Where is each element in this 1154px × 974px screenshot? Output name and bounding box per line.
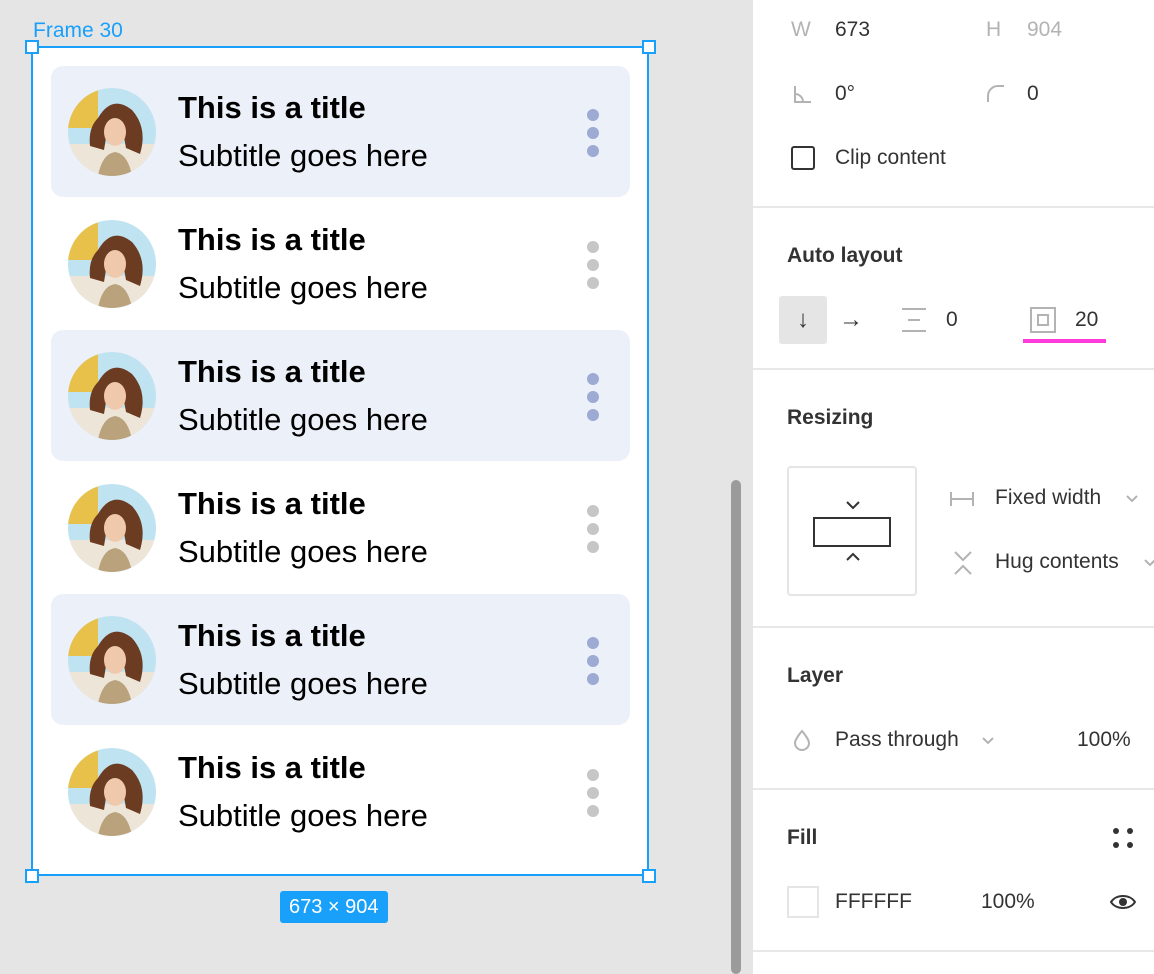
item-title: This is a title bbox=[178, 486, 366, 521]
eye-icon[interactable] bbox=[1109, 892, 1137, 912]
width-mode-dropdown[interactable]: Fixed width bbox=[995, 486, 1101, 510]
corner-radius-field[interactable]: 0 bbox=[1027, 82, 1039, 106]
chevron-up-icon bbox=[846, 552, 860, 561]
fill-color-swatch[interactable] bbox=[787, 886, 819, 918]
corner-radius-icon bbox=[987, 85, 1004, 102]
more-options-icon[interactable] bbox=[583, 370, 603, 424]
more-options-icon[interactable] bbox=[583, 106, 603, 160]
rotation-icon bbox=[794, 86, 811, 103]
item-title: This is a title bbox=[178, 354, 366, 389]
scrollbar-thumb[interactable] bbox=[731, 480, 741, 974]
fill-opacity-field[interactable]: 100% bbox=[981, 890, 1035, 914]
layer-title: Layer bbox=[787, 664, 844, 687]
item-subtitle: Subtitle goes here bbox=[178, 138, 428, 173]
divider bbox=[753, 368, 1154, 370]
avatar bbox=[68, 88, 156, 176]
clip-content-label[interactable]: Clip content bbox=[835, 146, 946, 170]
blend-mode-dropdown[interactable]: Pass through bbox=[835, 728, 959, 752]
resizing-title: Resizing bbox=[787, 406, 874, 429]
frame-name-label[interactable]: Frame 30 bbox=[33, 19, 123, 43]
avatar bbox=[68, 352, 156, 440]
avatar bbox=[68, 748, 156, 836]
divider bbox=[753, 950, 1154, 952]
more-options-icon[interactable] bbox=[583, 634, 603, 688]
list-item[interactable]: This is a title Subtitle goes here bbox=[51, 726, 630, 857]
item-subtitle: Subtitle goes here bbox=[178, 666, 428, 701]
item-spacing-field[interactable]: 0 bbox=[946, 308, 958, 332]
resize-handle-top-left[interactable] bbox=[25, 40, 39, 54]
list-item[interactable]: This is a title Subtitle goes here bbox=[51, 594, 630, 725]
divider bbox=[753, 206, 1154, 208]
vertical-direction-button[interactable]: ↓ bbox=[779, 296, 827, 344]
design-canvas[interactable]: Frame 30 This is a title Subtitle goes he… bbox=[0, 0, 752, 974]
fill-hex-field[interactable]: FFFFFF bbox=[835, 890, 912, 914]
resizing-preview[interactable] bbox=[787, 466, 917, 596]
avatar bbox=[68, 220, 156, 308]
resize-handle-top-right[interactable] bbox=[642, 40, 656, 54]
fixed-width-icon bbox=[950, 492, 974, 506]
blend-mode-icon bbox=[793, 729, 811, 751]
chevron-down-icon[interactable] bbox=[981, 736, 995, 746]
padding-highlight bbox=[1023, 339, 1106, 343]
clip-content-checkbox[interactable] bbox=[791, 146, 815, 170]
layer-opacity-field[interactable]: 100% bbox=[1077, 728, 1131, 752]
height-label: H bbox=[986, 18, 1002, 41]
padding-icon bbox=[1030, 307, 1056, 333]
item-subtitle: Subtitle goes here bbox=[178, 270, 428, 305]
divider bbox=[753, 788, 1154, 790]
item-subtitle: Subtitle goes here bbox=[178, 534, 428, 569]
more-options-icon[interactable] bbox=[583, 238, 603, 292]
resize-handle-bottom-right[interactable] bbox=[642, 869, 656, 883]
width-label: W bbox=[791, 18, 811, 41]
resize-handle-bottom-left[interactable] bbox=[25, 869, 39, 883]
size-badge: 673 × 904 bbox=[280, 891, 388, 923]
styles-grid-icon[interactable] bbox=[1113, 828, 1135, 850]
item-subtitle: Subtitle goes here bbox=[178, 798, 428, 833]
height-mode-dropdown[interactable]: Hug contents bbox=[995, 550, 1119, 574]
horizontal-direction-button[interactable]: → bbox=[827, 296, 875, 344]
auto-layout-title: Auto layout bbox=[787, 244, 903, 267]
item-title: This is a title bbox=[178, 618, 366, 653]
padding-field[interactable]: 20 bbox=[1075, 308, 1098, 332]
list-item[interactable]: This is a title Subtitle goes here bbox=[51, 330, 630, 461]
list-item[interactable]: This is a title Subtitle goes here bbox=[51, 66, 630, 197]
resizing-frame-shape bbox=[813, 517, 891, 547]
item-subtitle: Subtitle goes here bbox=[178, 402, 428, 437]
more-options-icon[interactable] bbox=[583, 766, 603, 820]
arrow-down-icon: ↓ bbox=[797, 306, 809, 333]
chevron-down-icon[interactable] bbox=[1143, 558, 1154, 568]
chevron-down-icon[interactable] bbox=[1125, 494, 1139, 504]
rotation-field[interactable]: 0° bbox=[835, 82, 855, 106]
width-field[interactable]: 673 bbox=[835, 18, 870, 42]
item-spacing-icon bbox=[902, 308, 926, 332]
chevron-down-icon bbox=[846, 501, 860, 510]
divider bbox=[753, 626, 1154, 628]
hug-contents-icon bbox=[954, 551, 972, 575]
more-options-icon[interactable] bbox=[583, 502, 603, 556]
properties-panel: W 673 H 904 0° 0 Clip content Auto layou… bbox=[752, 0, 1154, 974]
item-title: This is a title bbox=[178, 750, 366, 785]
avatar bbox=[68, 484, 156, 572]
item-title: This is a title bbox=[178, 222, 366, 257]
avatar bbox=[68, 616, 156, 704]
item-title: This is a title bbox=[178, 90, 366, 125]
list-item[interactable]: This is a title Subtitle goes here bbox=[51, 462, 630, 593]
arrow-right-icon: → bbox=[839, 306, 863, 333]
height-field[interactable]: 904 bbox=[1027, 18, 1062, 42]
scrollbar[interactable] bbox=[729, 480, 743, 974]
list-item[interactable]: This is a title Subtitle goes here bbox=[51, 198, 630, 329]
fill-title: Fill bbox=[787, 826, 818, 849]
